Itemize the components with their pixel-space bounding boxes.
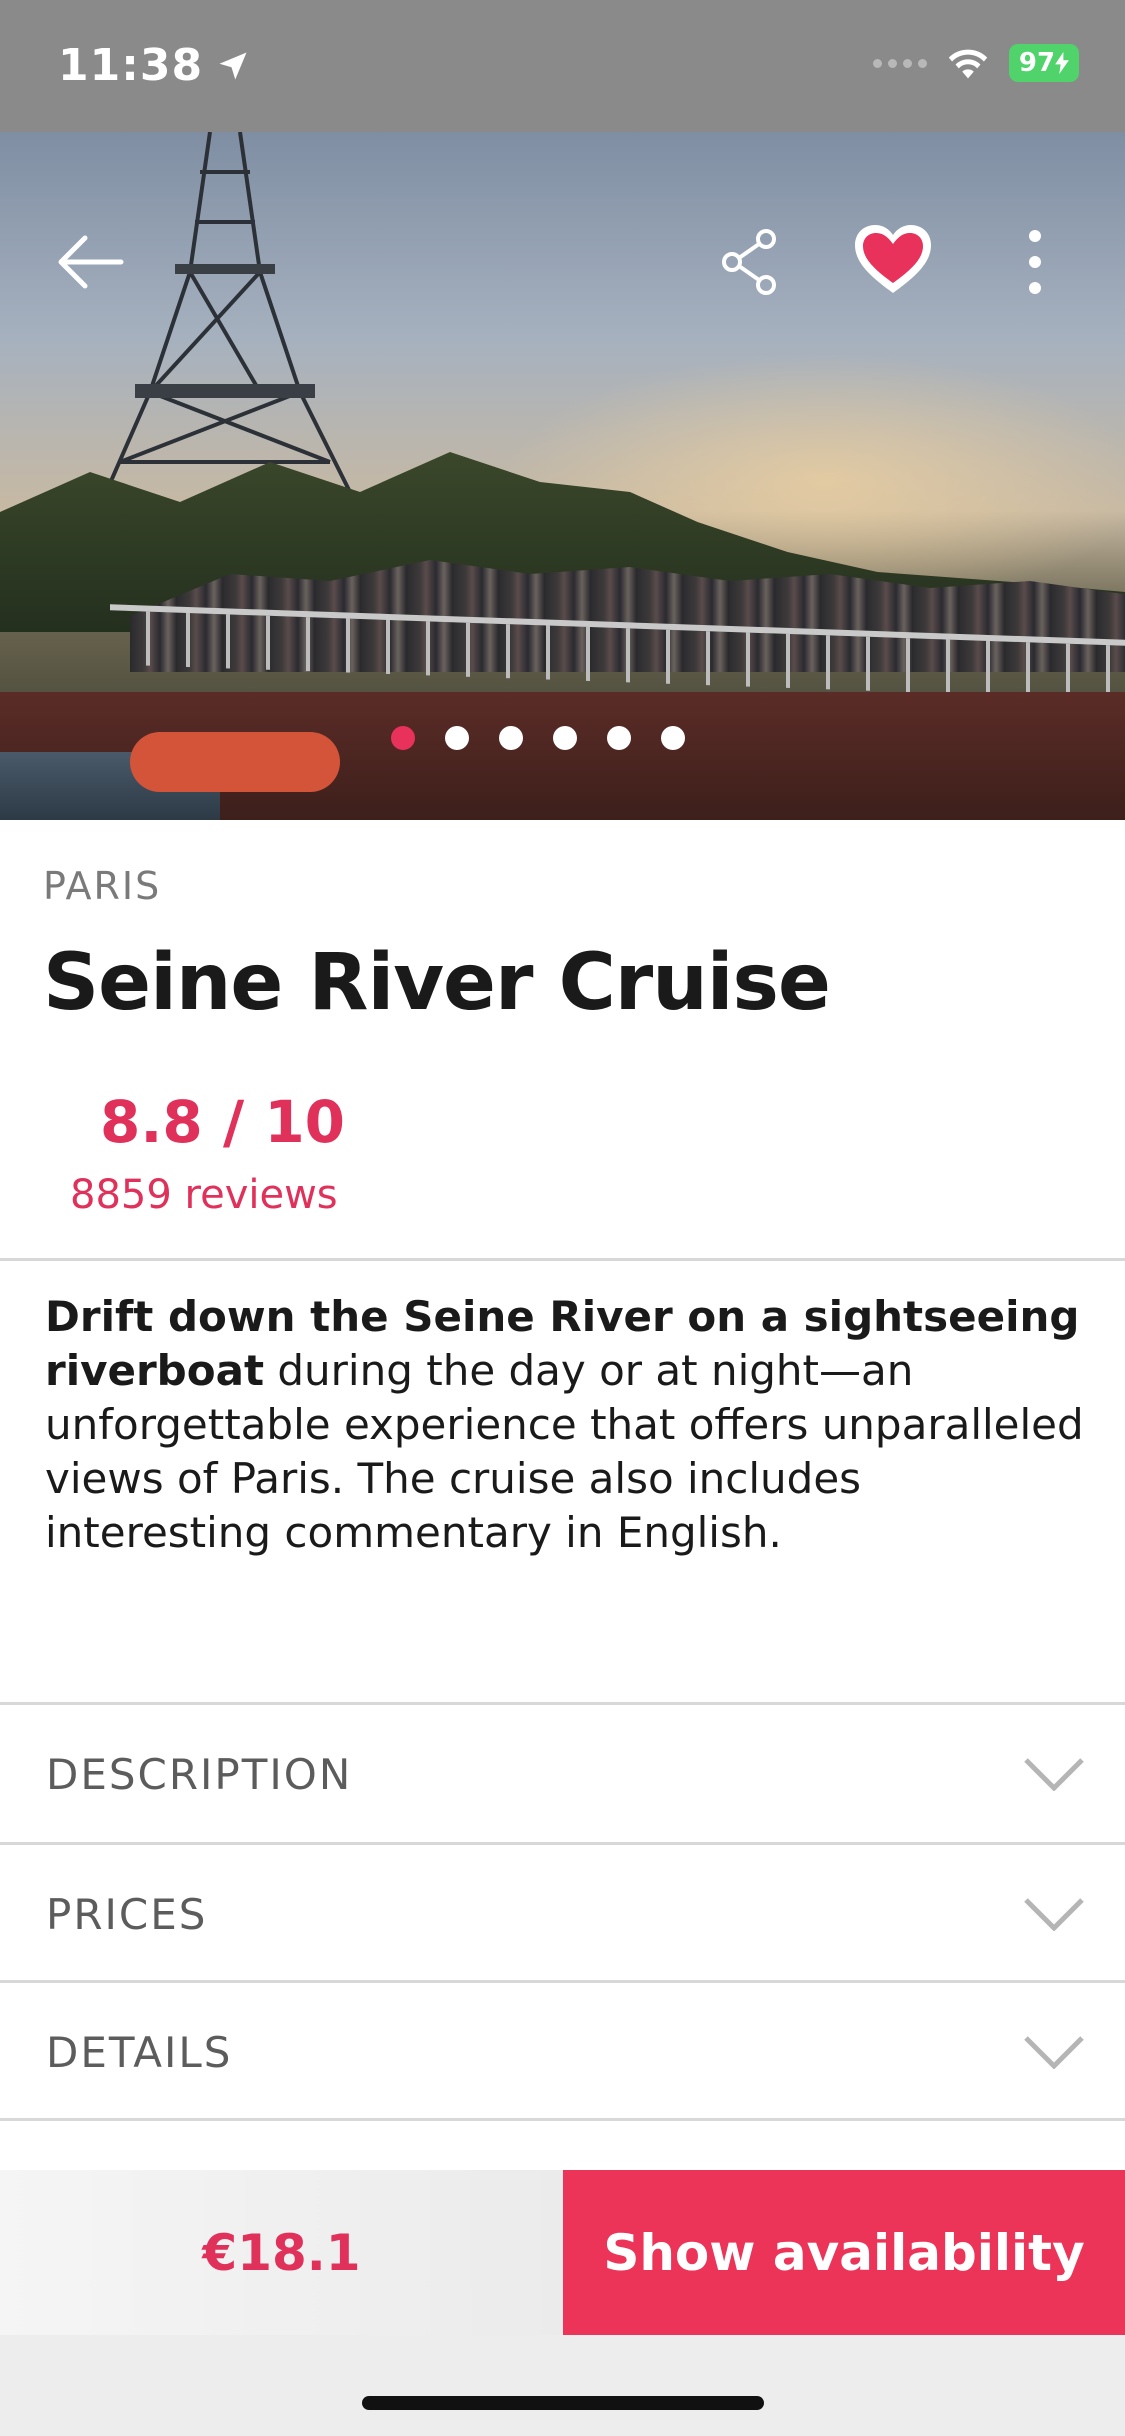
status-time: 11:38 — [58, 40, 251, 91]
show-availability-button[interactable]: Show availability — [563, 2170, 1125, 2335]
status-time-text: 11:38 — [58, 40, 204, 91]
location-arrow-icon — [219, 52, 247, 79]
carousel-dot[interactable] — [498, 726, 523, 750]
price-label: €18.1 — [0, 2170, 563, 2335]
activity-intro: Drift down the Seine River on a sightsee… — [45, 1290, 1085, 1560]
cellular-signal-icon — [873, 58, 927, 68]
reviews-link[interactable]: 8859 reviews — [70, 1172, 338, 1218]
divider — [0, 1258, 1125, 1261]
carousel-dot[interactable] — [552, 726, 577, 750]
top-action-bar — [0, 132, 1125, 295]
section-prices[interactable]: PRICES — [0, 1845, 1125, 1983]
carousel-dot[interactable] — [390, 726, 415, 750]
battery-level: 97 — [1018, 48, 1056, 78]
section-label: DETAILS — [46, 2027, 233, 2077]
favorite-button[interactable] — [848, 214, 938, 304]
rating-score: 8.8 / 10 — [100, 1088, 346, 1156]
heart-icon — [855, 225, 931, 293]
chevron-down-icon — [1024, 1758, 1084, 1791]
arrow-left-icon — [58, 235, 124, 289]
section-description[interactable]: DESCRIPTION — [0, 1705, 1125, 1843]
wifi-icon — [948, 49, 988, 79]
chevron-down-icon — [1024, 2036, 1084, 2069]
divider — [0, 2118, 1125, 2121]
home-indicator-area — [0, 2335, 1125, 2436]
carousel-pagination — [0, 726, 1100, 750]
status-indicators: 97 — [873, 44, 1079, 82]
carousel-dot[interactable] — [444, 726, 469, 750]
section-details[interactable]: DETAILS — [0, 1983, 1125, 2121]
more-vertical-icon — [1029, 230, 1041, 294]
home-indicator[interactable] — [362, 2396, 764, 2410]
share-icon — [722, 229, 776, 295]
section-label: DESCRIPTION — [46, 1749, 353, 1799]
more-options-button[interactable] — [1010, 222, 1060, 302]
status-bar: 11:38 97 — [0, 0, 1125, 132]
city-label: PARIS — [43, 864, 162, 908]
carousel-dot[interactable] — [606, 726, 631, 750]
battery-indicator: 97 — [1009, 44, 1079, 82]
share-button[interactable] — [710, 222, 790, 302]
carousel-dot[interactable] — [660, 726, 685, 750]
charging-bolt-icon — [1055, 52, 1069, 74]
back-button[interactable] — [50, 222, 130, 302]
chevron-down-icon — [1024, 1898, 1084, 1931]
activity-title: Seine River Cruise — [43, 938, 831, 1028]
booking-bar: €18.1 Show availability — [0, 2170, 1125, 2335]
section-label: PRICES — [46, 1889, 208, 1939]
